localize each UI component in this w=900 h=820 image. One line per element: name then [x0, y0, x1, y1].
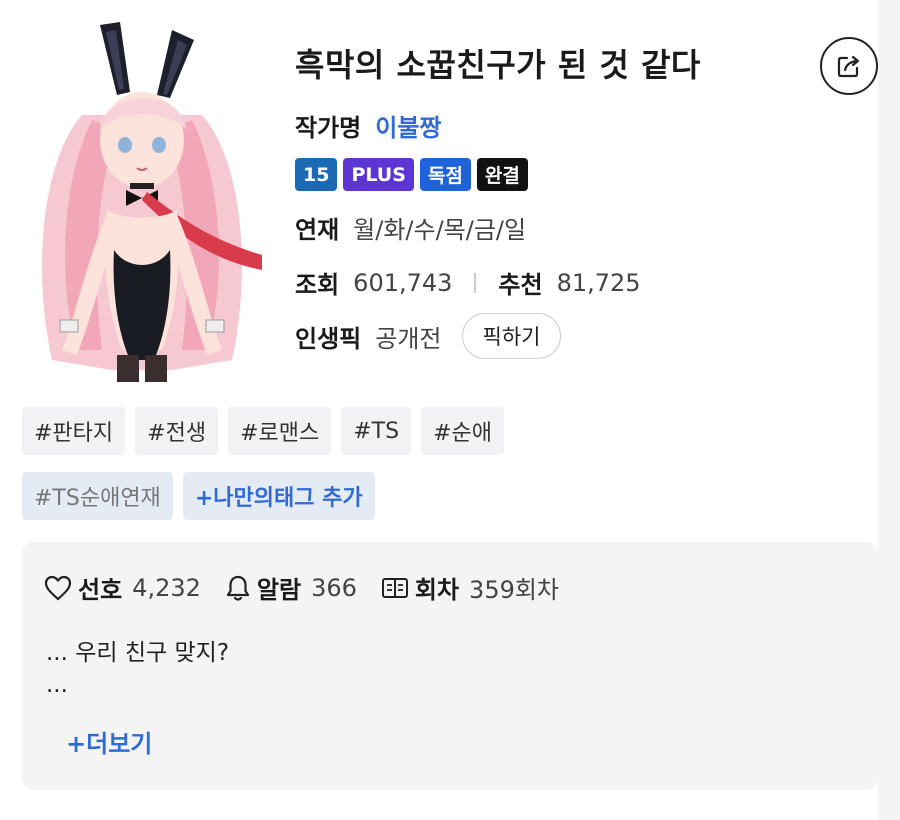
cover-illustration — [22, 20, 262, 382]
views-value: 601,743 — [353, 268, 453, 297]
schedule-value: 월/화/수/목/금/일 — [353, 216, 527, 244]
synopsis-line: ... 우리 친구 맞지? — [46, 640, 230, 666]
tag-pure-love[interactable]: #순애 — [421, 407, 504, 455]
recommend-value: 81,725 — [556, 268, 641, 297]
alarm-count: 366 — [311, 573, 357, 602]
tag-fantasy[interactable]: #판타지 — [22, 407, 126, 455]
alarm-button[interactable]: 알람 366 — [225, 570, 357, 605]
stats-divider — [474, 272, 477, 293]
synopsis-line: ... — [46, 672, 68, 698]
author-link[interactable]: 이불짱 — [375, 108, 441, 143]
add-my-tag-button[interactable]: +나만의태그 추가 — [182, 472, 375, 520]
tag-romance[interactable]: #로맨스 — [228, 407, 332, 455]
life-pick-row: 인생픽 공개전 픽하기 — [295, 313, 562, 359]
share-button[interactable] — [820, 37, 878, 95]
author-label: 작가명 — [295, 114, 362, 142]
book-icon — [381, 577, 408, 598]
stats-row: 조회 601,743 추천 81,725 — [295, 265, 641, 300]
panel-stats: 선호 4,232 알람 366 회차 359회차 — [44, 570, 583, 605]
novel-title: 흑막의 소꿉친구가 된 것 같다 — [295, 46, 701, 84]
episodes-count: 359회차 — [469, 576, 560, 604]
tag-reincarnation[interactable]: #전생 — [135, 407, 219, 455]
views-label: 조회 — [295, 271, 340, 299]
exclusive-badge: 독점 — [419, 158, 471, 191]
episodes-label: 회차 — [414, 576, 460, 604]
custom-tag-list: #TS순애연재 +나만의태그 추가 — [22, 472, 375, 520]
completed-badge: 완결 — [476, 158, 528, 191]
life-pick-label: 인생픽 — [295, 324, 362, 353]
share-icon — [837, 55, 860, 78]
plus-badge: PLUS — [343, 158, 414, 191]
schedule-label: 연재 — [295, 216, 340, 244]
tag-ts[interactable]: #TS — [341, 407, 412, 455]
author-row: 작가명 이불짱 — [295, 108, 442, 143]
favorite-count: 4,232 — [132, 573, 201, 602]
bell-icon — [226, 575, 249, 601]
favorite-button[interactable]: 선호 4,232 — [44, 570, 201, 605]
age-rating-badge: 15 — [295, 158, 338, 191]
cover-image[interactable] — [22, 20, 262, 382]
recommend-label: 추천 — [498, 271, 543, 299]
tag-ts-pure-love-serial[interactable]: #TS순애연재 — [22, 472, 173, 520]
life-pick-status: 공개전 — [375, 324, 442, 353]
scrollbar-track — [878, 0, 900, 820]
pick-button[interactable]: 픽하기 — [461, 313, 562, 359]
show-more-button[interactable]: +더보기 — [66, 724, 152, 759]
episodes-button[interactable]: 회차 359회차 — [381, 570, 559, 605]
synopsis: ... 우리 친구 맞지? ... — [46, 637, 229, 701]
info-panel: 선호 4,232 알람 366 회차 359회차 ... 우리 친구 맞지? .… — [22, 542, 878, 790]
alarm-label: 알람 — [256, 576, 302, 604]
schedule-row: 연재 월/화/수/목/금/일 — [295, 210, 526, 245]
heart-icon — [44, 575, 72, 600]
genre-tag-list: #판타지 #전생 #로맨스 #TS #순애 — [22, 407, 504, 455]
badge-list: 15 PLUS 독점 완결 — [295, 158, 528, 191]
favorite-label: 선호 — [78, 576, 123, 604]
